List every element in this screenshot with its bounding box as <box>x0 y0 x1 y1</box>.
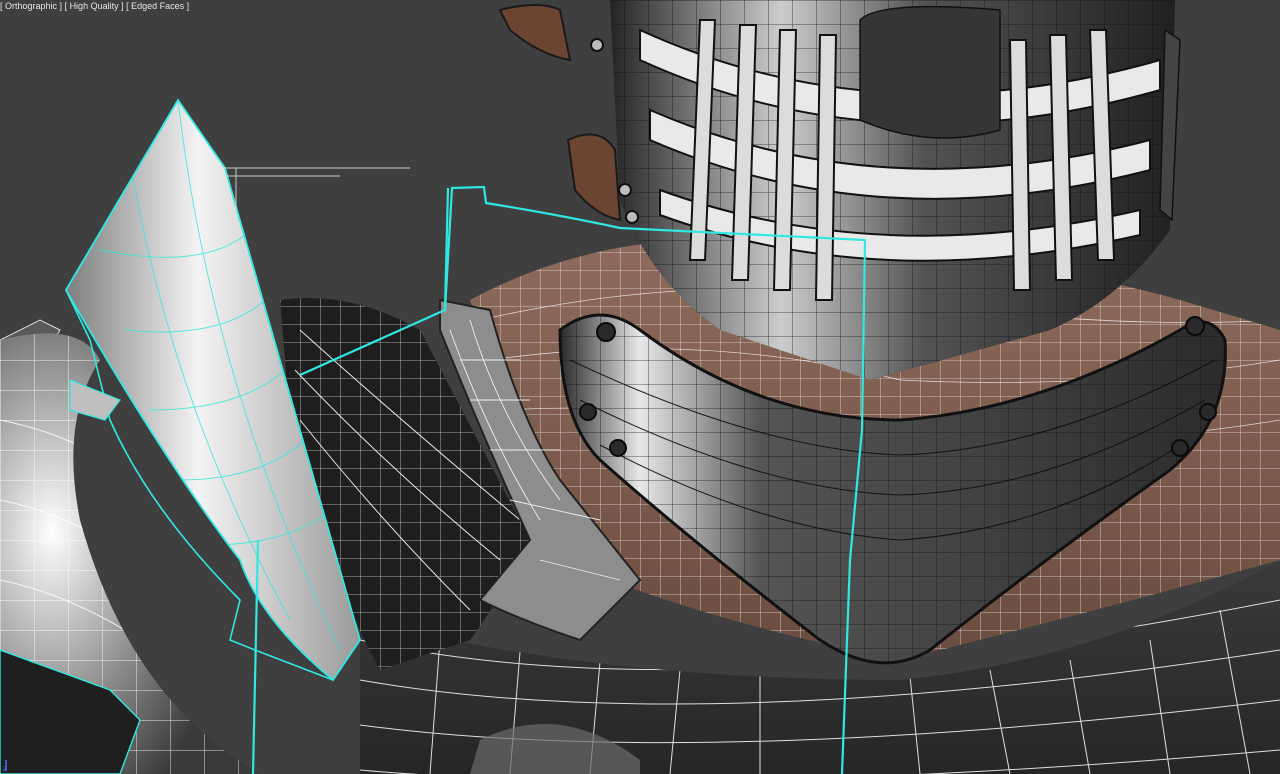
viewport-perspective[interactable]: z [ Orthographic ] [ High Quality ] [ Ed… <box>0 0 1280 774</box>
viewport-menu-display[interactable]: Edged Faces <box>131 1 184 11</box>
viewport-menu-shading[interactable]: High Quality <box>70 1 119 11</box>
viewport-menu-point-of-view[interactable]: Orthographic <box>5 1 57 11</box>
axis-gizmo-icon: z <box>3 764 7 773</box>
scene-render[interactable]: z <box>0 0 1280 774</box>
guide-lines <box>222 167 410 215</box>
viewport-label-sep-1: ] [ <box>57 1 70 11</box>
viewport-label-sep-2: ] [ <box>118 1 132 11</box>
viewport-label-suffix: ] <box>184 1 190 11</box>
viewport-label: [ Orthographic ] [ High Quality ] [ Edge… <box>0 0 189 12</box>
